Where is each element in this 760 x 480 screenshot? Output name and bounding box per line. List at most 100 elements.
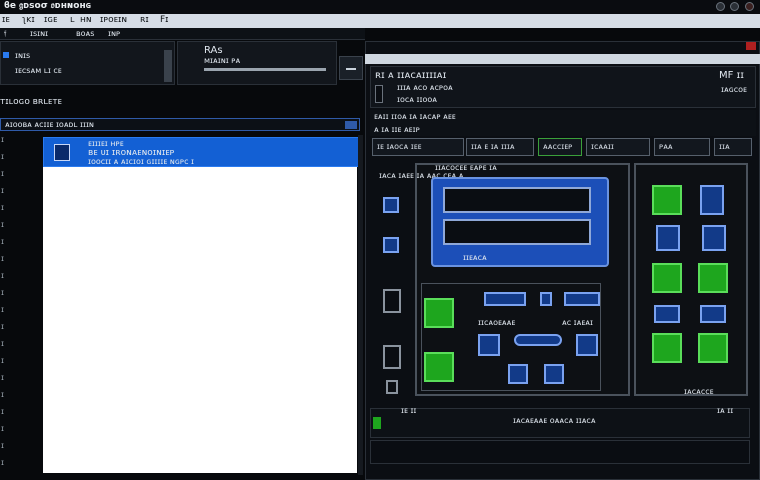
row-number: ɪ	[1, 441, 4, 450]
phone-icon[interactable]	[383, 345, 401, 369]
row-number: ɪ	[1, 322, 4, 331]
scrollbar[interactable]	[358, 135, 363, 475]
module-button[interactable]	[544, 364, 564, 384]
header-corner2: ɪᴀɢᴄᴏᴇ	[721, 85, 747, 94]
footer-label: ɪᴇ ɪɪ	[401, 406, 417, 415]
menu-item[interactable]: Fɪ	[160, 15, 169, 25]
row-gutter: ɪɪɪɪɪɪɪɪɪɪɪɪɪɪɪɪɪɪɪɪ	[0, 135, 14, 475]
folder-icon	[3, 52, 9, 58]
row-number: ɪ	[1, 152, 4, 161]
module-button[interactable]	[478, 334, 500, 356]
action-button[interactable]: ɪɪᴀ ᴇ ɪᴀ ɪɪɪᴀ	[466, 138, 534, 156]
module-button[interactable]	[540, 292, 552, 306]
check-icon[interactable]	[652, 263, 682, 293]
module-button[interactable]	[508, 364, 528, 384]
check-icon[interactable]	[652, 333, 682, 363]
section-title: ᴛɪʟᴏɢᴏ ʙʀʟᴇᴛᴇ	[0, 97, 62, 107]
check-icon[interactable]	[424, 352, 454, 382]
status-bar	[370, 440, 750, 464]
volume-panel: RAꜱ ᴍɪᴀɪɴɪ ᴘᴀ	[177, 41, 337, 85]
module-label: ɪɪᴄᴀᴏᴇᴀᴀᴇ	[478, 318, 516, 327]
menu-bar: ɪᴇ ʅᴋɪ ɪɢᴇ ʟ ʜɴ ɪᴘᴏᴇɪɴ ʀɪ Fɪ	[0, 14, 760, 28]
action-button[interactable]: ɪɪᴀ	[714, 138, 752, 156]
toggle-switch[interactable]	[514, 334, 562, 346]
window-header-bar	[365, 54, 760, 64]
row-number: ɪ	[1, 271, 4, 280]
server-device[interactable]: ɪɪᴇᴀᴄᴀ	[431, 177, 609, 267]
selected-item-card[interactable]: ᴇɪɪɪᴇɪ ʜᴘᴇ ʙᴇ ᴜɪ ɪʀᴏɴᴀᴇɴᴏɪɴɪᴇᴘ ɪᴏᴏᴄɪɪ ᴀ …	[43, 137, 361, 167]
tab[interactable]: 𝔣	[4, 29, 6, 39]
module-label: ᴀᴄ ɪᴀᴇᴀɪ	[562, 318, 594, 327]
phone-icon[interactable]	[700, 185, 724, 215]
drive-slot[interactable]	[443, 219, 591, 245]
display-icon[interactable]	[383, 197, 399, 213]
module-button[interactable]	[484, 292, 526, 306]
content-area[interactable]	[43, 167, 357, 473]
dash-icon	[346, 68, 356, 70]
toolbar-line: ᴀ ɪᴀ ɪɪᴇ ᴀᴇɪᴘ	[374, 125, 420, 134]
expand-button[interactable]	[339, 56, 363, 80]
row-number: ɪ	[1, 339, 4, 348]
menu-item[interactable]: ʟ	[70, 15, 75, 25]
row-number: ɪ	[1, 237, 4, 246]
action-button[interactable]: ɪᴄᴀᴀɪɪ	[586, 138, 650, 156]
row-number: ɪ	[1, 220, 4, 229]
header-corner: MF ɪɪ	[719, 70, 744, 81]
phone-icon[interactable]	[656, 225, 680, 251]
phone-icon[interactable]	[383, 289, 401, 313]
close-icon[interactable]	[746, 42, 756, 50]
row-number: ɪ	[1, 254, 4, 263]
drive-icon[interactable]	[700, 305, 726, 323]
row-number: ɪ	[1, 305, 4, 314]
drive-icon[interactable]	[654, 305, 680, 323]
circle-icon[interactable]	[716, 2, 725, 11]
tab-strip: 𝔣 ɪꜱɪɴɪ ʙᴏᴀꜱ ɪɴᴘ	[0, 28, 365, 40]
device-label: ɪɪᴇᴀᴄᴀ	[463, 253, 487, 262]
scrollbar[interactable]	[164, 50, 172, 82]
module-grid: ɪɪᴄᴀᴏᴇᴀᴀᴇ ᴀᴄ ɪᴀᴇᴀɪ	[421, 283, 601, 391]
footer-right: ɪᴀ ɪɪ	[717, 406, 734, 415]
action-button[interactable]: ᴘᴀᴀ	[654, 138, 710, 156]
circle-icon[interactable]	[730, 2, 739, 11]
footer-text: ɪᴀᴄᴀᴇᴀᴀᴇ ᴏᴀᴀᴄᴀ ɪɪᴀᴄᴀ	[513, 416, 596, 425]
menu-item[interactable]: ɪᴇ	[2, 15, 10, 25]
close-icon[interactable]	[745, 2, 754, 11]
tab[interactable]: ɪɴᴘ	[108, 29, 120, 38]
module-button[interactable]	[564, 292, 600, 306]
side-panel: ɪᴀᴄᴀᴄᴄᴇ	[634, 163, 748, 396]
side-label: ɪᴀᴄᴀᴄᴄᴇ	[684, 387, 714, 396]
row-number: ɪ	[1, 169, 4, 178]
right-toolbar: ᴇᴀɪɪ ɪɪᴏᴀ ɪᴀ ɪᴀᴄᴀᴘ ᴀᴇᴇ ᴀ ɪᴀ ɪɪᴇ ᴀᴇɪᴘ	[370, 110, 756, 136]
left-info-panel: ɪɴɪꜱ ɪᴇᴄꜱᴀᴍ ʟɪ ᴄᴇ	[0, 41, 175, 85]
phone-icon[interactable]	[702, 225, 726, 251]
menu-item[interactable]: ʅᴋɪ	[22, 15, 35, 25]
row-number: ɪ	[1, 135, 4, 144]
slider-track[interactable]	[204, 68, 326, 71]
check-icon[interactable]	[424, 298, 454, 328]
module-button[interactable]	[576, 334, 598, 356]
check-icon[interactable]	[652, 185, 682, 215]
action-button[interactable]: ɪᴇ ɪᴀᴏᴄᴀ ɪᴇᴇ	[372, 138, 464, 156]
display-icon[interactable]	[383, 237, 399, 253]
menu-item[interactable]: ʀɪ	[140, 15, 149, 25]
menu-item[interactable]: ɪᴘᴏᴇɪɴ	[100, 15, 127, 25]
check-icon[interactable]	[698, 263, 728, 293]
menu-item[interactable]: ʜɴ	[80, 15, 92, 25]
toolbar-line: ᴇᴀɪɪ ɪɪᴏᴀ ɪᴀ ɪᴀᴄᴀᴘ ᴀᴇᴇ	[374, 112, 456, 121]
tab[interactable]: ʙᴏᴀꜱ	[76, 29, 94, 38]
device-icon[interactable]	[386, 380, 398, 394]
file-icon	[54, 144, 70, 161]
row-number: ɪ	[1, 356, 4, 365]
check-icon[interactable]	[698, 333, 728, 363]
menu-item[interactable]: ɪɢᴇ	[44, 15, 57, 25]
panel-line: ɪᴇᴄꜱᴀᴍ ʟɪ ᴄᴇ	[15, 66, 62, 75]
action-button[interactable]: ᴀᴀᴄᴄɪᴇᴘ	[538, 138, 582, 156]
breadcrumb: ᴀɪᴏᴏʙᴀ ᴀᴄɪɪᴇ ɪᴏᴀᴅʟ ɪɪɪɴ	[0, 118, 360, 131]
status-indicator	[373, 417, 381, 429]
button-row: ɪᴇ ɪᴀᴏᴄᴀ ɪᴇᴇ ɪɪᴀ ᴇ ɪᴀ ɪɪɪᴀ ᴀᴀᴄᴄɪᴇᴘ ɪᴄᴀᴀɪ…	[370, 138, 756, 160]
phone-icon	[375, 85, 383, 103]
tab[interactable]: ɪꜱɪɴɪ	[30, 29, 48, 38]
drive-slot[interactable]	[443, 187, 591, 213]
dropdown-icon[interactable]	[345, 121, 357, 129]
panel-line: ɪɴɪꜱ	[15, 51, 31, 60]
